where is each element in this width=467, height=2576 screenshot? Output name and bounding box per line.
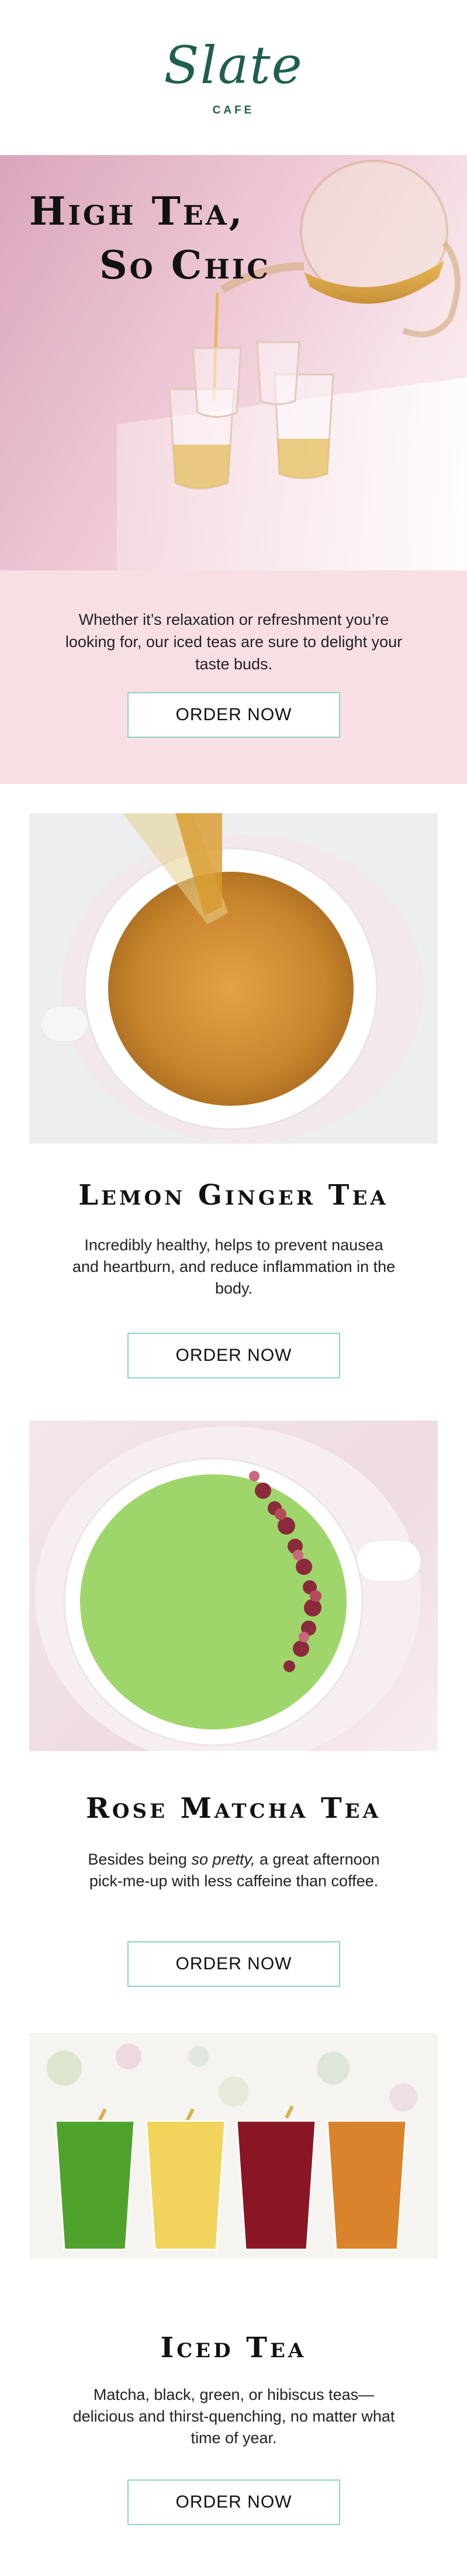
brand-name: Slate xyxy=(164,35,303,95)
iced-tea-title: Iced Tea xyxy=(160,2331,307,2364)
lemon-ginger-cup-illustration xyxy=(40,813,424,1144)
email-header: Slate CAFE xyxy=(0,0,467,155)
lemon-ginger-description: Incredibly healthy, helps to prevent nau… xyxy=(72,1236,396,1297)
hero-description: Whether it’s relaxation or refreshment y… xyxy=(65,611,403,673)
rose-matcha-title: Rose Matcha Tea xyxy=(86,1792,381,1825)
brand-logo[interactable]: Slate CAFE xyxy=(0,35,467,123)
rose-matcha-description: Besides being so pretty, a great afterno… xyxy=(70,1849,397,1892)
iced-tea-description: Matcha, black, green, or hibiscus teas—d… xyxy=(72,2386,395,2447)
rose-matcha-tea-photo xyxy=(29,1421,438,1751)
lemon-ginger-title: Lemon Ginger Tea xyxy=(78,1179,389,1212)
hero-image: High Tea, So Chic xyxy=(0,155,467,570)
rose-matcha-desc-part1: Besides being xyxy=(88,1851,192,1868)
iced-tea-photo xyxy=(29,2033,438,2293)
rose-matcha-cup-illustration xyxy=(35,1426,421,1751)
rose-matcha-desc-emphasis: so pretty, xyxy=(191,1851,255,1868)
lemon-ginger-tea-photo xyxy=(29,813,438,1144)
floral-backdrop xyxy=(47,2044,417,2111)
lemon-ginger-order-now-button[interactable]: ORDER NOW xyxy=(127,1333,340,1378)
hero-order-now-button[interactable]: ORDER NOW xyxy=(127,692,340,738)
iced-tea-cups-illustration xyxy=(29,2044,438,2293)
hero-title-line1: High Tea, xyxy=(29,188,245,234)
brand-sub: CAFE xyxy=(212,104,255,116)
rose-matcha-order-now-button[interactable]: ORDER NOW xyxy=(127,1941,340,1987)
hero-title: High Tea, So Chic xyxy=(29,184,271,292)
iced-tea-order-now-button[interactable]: ORDER NOW xyxy=(127,2479,340,2525)
hero-title-line2: So Chic xyxy=(99,242,271,288)
hero-text-panel xyxy=(0,570,467,784)
iced-tea-cups xyxy=(54,2120,407,2251)
